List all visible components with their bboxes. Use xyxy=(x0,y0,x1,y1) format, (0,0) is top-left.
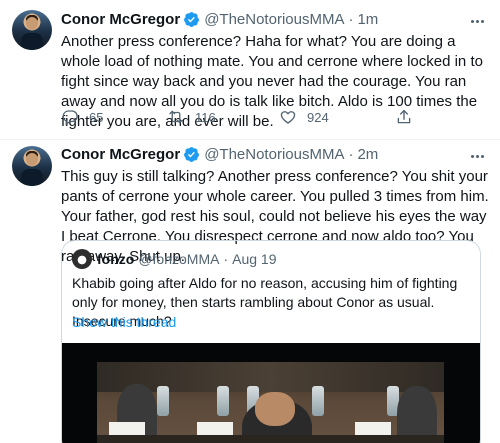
like-icon xyxy=(280,111,296,124)
avatar[interactable] xyxy=(12,146,52,186)
quote-author-handle[interactable]: @fonzoMMA xyxy=(138,251,219,267)
separator: · xyxy=(348,11,354,28)
author-handle[interactable]: @TheNotoriousMMA xyxy=(204,146,344,163)
tweet-header: Conor McGregor @TheNotoriousMMA · 1m xyxy=(61,11,378,28)
separator: · xyxy=(223,251,229,267)
quote-timestamp[interactable]: Aug 19 xyxy=(232,251,276,267)
like-button[interactable]: 924 xyxy=(279,108,329,126)
retweet-count: 116 xyxy=(195,109,216,125)
video-player[interactable] xyxy=(62,343,480,443)
tweet-actions: 65 116 924 xyxy=(61,108,441,128)
author-handle[interactable]: @TheNotoriousMMA xyxy=(204,11,344,28)
separator: · xyxy=(348,146,354,163)
tweet-header: Conor McGregor @TheNotoriousMMA · 2m xyxy=(61,146,378,163)
quote-author-name[interactable]: fonzo xyxy=(97,251,134,267)
quote-avatar[interactable] xyxy=(72,249,92,269)
share-icon xyxy=(397,109,411,124)
timestamp[interactable]: 1m xyxy=(357,11,378,28)
reply-count: 65 xyxy=(89,109,104,125)
tweet[interactable]: Conor McGregor @TheNotoriousMMA · 1m Ano… xyxy=(0,0,500,140)
timestamp[interactable]: 2m xyxy=(357,146,378,163)
reply-icon xyxy=(62,110,78,126)
tweet[interactable]: Conor McGregor @TheNotoriousMMA · 2m Thi… xyxy=(0,141,500,443)
show-thread-link[interactable]: Show this thread xyxy=(72,314,176,330)
avatar[interactable] xyxy=(12,10,52,50)
retweet-button[interactable]: 116 xyxy=(167,108,216,126)
author-name[interactable]: Conor McGregor xyxy=(61,11,180,28)
retweet-icon xyxy=(169,110,183,124)
share-button[interactable] xyxy=(395,108,423,126)
verified-badge-icon xyxy=(184,12,200,27)
more-icon[interactable] xyxy=(468,12,486,30)
verified-badge-icon xyxy=(184,147,200,162)
reply-button[interactable]: 65 xyxy=(61,108,103,126)
video-frame xyxy=(97,362,444,443)
quoted-tweet[interactable]: fonzo @fonzoMMA · Aug 19 Khabib going af… xyxy=(61,240,481,443)
author-name[interactable]: Conor McGregor xyxy=(61,146,180,163)
more-icon[interactable] xyxy=(468,147,486,165)
quote-header: fonzo @fonzoMMA · Aug 19 xyxy=(72,249,277,269)
like-count: 924 xyxy=(307,109,329,125)
